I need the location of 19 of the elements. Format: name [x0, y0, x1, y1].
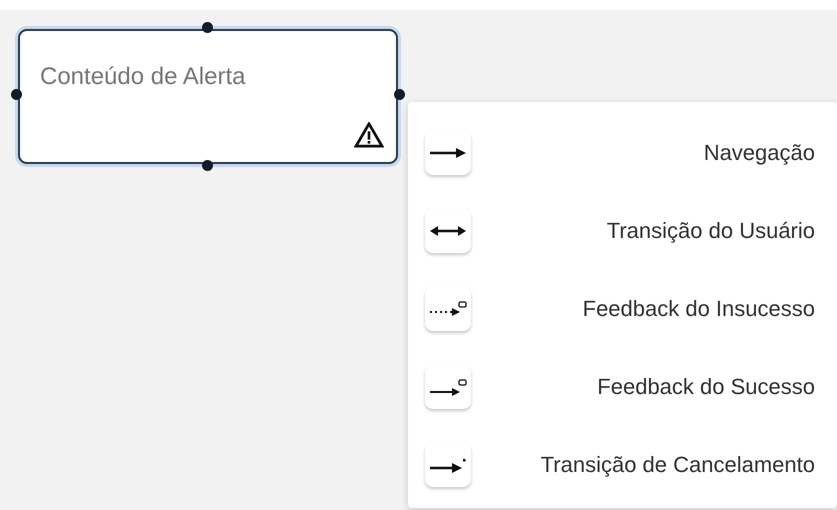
resize-handle[interactable] [202, 160, 213, 171]
connection-type-label[interactable]: Feedback do Insucesso [582, 296, 815, 322]
connection-type-label[interactable]: Feedback do Sucesso [597, 374, 815, 400]
connection-type-button[interactable] [425, 131, 471, 175]
resize-handle[interactable] [11, 89, 22, 100]
dotted-arrow-icon [428, 299, 468, 319]
node-title: Conteúdo de Alerta [40, 63, 246, 91]
warning-icon [354, 122, 384, 148]
connection-type-label[interactable]: Transição do Usuário [606, 218, 815, 244]
resize-handle[interactable] [202, 22, 213, 33]
connection-type-label[interactable]: Navegação [704, 140, 815, 166]
alert-node[interactable]: Conteúdo de Alerta [18, 29, 398, 164]
connection-type-button[interactable] [425, 209, 471, 253]
resize-handle[interactable] [394, 89, 405, 100]
connection-type-button[interactable] [425, 287, 471, 331]
connection-type-label[interactable]: Transição de Cancelamento [540, 452, 815, 478]
connection-type-button[interactable] [425, 443, 471, 487]
connection-type-button[interactable] [425, 365, 471, 409]
arrow-icon [428, 377, 468, 397]
